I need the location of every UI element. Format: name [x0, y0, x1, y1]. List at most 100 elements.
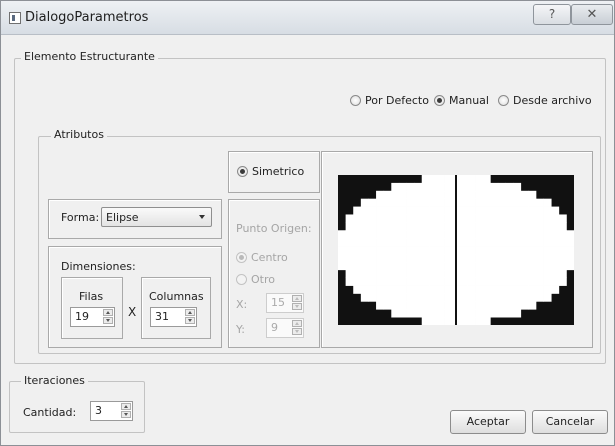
mask-cell — [467, 206, 476, 215]
mask-cell — [497, 309, 506, 318]
mask-cell — [497, 198, 506, 207]
mask-cell — [444, 285, 453, 294]
mask-cell — [459, 277, 468, 286]
mask-cell — [467, 182, 476, 192]
mask-cell — [467, 230, 476, 239]
help-button[interactable]: ? — [533, 4, 571, 25]
mask-cell — [414, 230, 423, 239]
mask-cell — [558, 222, 567, 231]
mask-cell — [444, 198, 453, 207]
cantidad-spinbox[interactable]: 3 — [90, 401, 133, 421]
mask-cell — [444, 261, 453, 271]
mask-cell — [406, 190, 415, 200]
spin-down-icon[interactable] — [185, 317, 195, 324]
mask-cell — [490, 261, 499, 271]
accept-button[interactable]: Aceptar — [450, 410, 526, 434]
mask-cell — [566, 246, 574, 255]
mask-cell — [353, 222, 362, 231]
mask-cell — [520, 190, 529, 200]
mask-cell — [345, 214, 354, 223]
mask-cell — [360, 246, 369, 255]
spin-up-icon[interactable] — [121, 403, 131, 410]
mask-cell — [436, 309, 445, 318]
radio-por-defecto[interactable]: Por Defecto — [350, 94, 429, 107]
mask-cell — [376, 269, 385, 279]
mask-cell — [520, 269, 529, 279]
mask-cell — [376, 198, 385, 207]
mask-cell — [490, 301, 499, 310]
filas-spinbox[interactable]: 19 — [70, 307, 115, 327]
mask-cell — [436, 301, 445, 310]
mask-cell — [414, 309, 423, 318]
mask-cell — [383, 198, 392, 207]
mask-cell — [475, 238, 484, 247]
mask-cell — [467, 190, 476, 200]
mask-cell — [436, 246, 445, 255]
mask-cell — [520, 253, 529, 263]
mask-cell — [436, 198, 445, 207]
mask-cell — [360, 238, 369, 247]
mask-cell — [528, 246, 537, 255]
mask-cell — [414, 182, 423, 192]
cancel-button[interactable]: Cancelar — [532, 410, 608, 434]
forma-select[interactable]: Elipse — [101, 207, 212, 227]
mask-cell — [482, 182, 491, 192]
radio-manual[interactable]: Manual — [434, 94, 489, 107]
mask-cell — [421, 277, 430, 286]
radio-desde-archivo[interactable]: Desde archivo — [498, 94, 592, 107]
mask-cell — [490, 277, 499, 286]
mask-cell — [406, 277, 415, 286]
mask-cell — [535, 269, 544, 279]
spin-down-icon[interactable] — [121, 411, 131, 418]
mask-cell — [528, 253, 537, 263]
mask-cell — [505, 222, 514, 231]
spin-down-icon[interactable] — [292, 328, 302, 335]
origen-y-spinbox[interactable]: 9 — [266, 318, 304, 338]
mask-cell — [551, 277, 560, 286]
mask-cell — [368, 293, 377, 302]
mask-cell — [528, 230, 537, 239]
mask-cell — [520, 277, 529, 286]
mask-cell — [543, 246, 552, 255]
ellipse-mask-canvas[interactable] — [338, 175, 574, 325]
atributos-title: Atributos — [51, 128, 107, 141]
mask-cell — [475, 301, 484, 310]
close-button[interactable]: ✕ — [571, 4, 613, 25]
mask-cell — [459, 285, 468, 294]
mask-cell — [429, 301, 438, 310]
origen-x-spinbox[interactable]: 15 — [266, 293, 304, 313]
mask-cell — [513, 261, 522, 271]
mask-cell — [398, 214, 407, 223]
mask-cell — [376, 190, 385, 200]
simetrico-toggle[interactable]: Simetrico — [237, 165, 304, 178]
mask-cell — [414, 206, 423, 215]
mask-cell — [406, 293, 415, 302]
mask-cell — [535, 293, 544, 302]
mask-cell — [482, 175, 491, 184]
mask-cell — [459, 175, 468, 184]
mask-cell — [383, 253, 392, 263]
title-bar[interactable]: DialogoParametros ? ✕ — [1, 1, 614, 35]
dimension-separator: X — [128, 305, 137, 319]
mask-cell — [414, 285, 423, 294]
spin-down-icon[interactable] — [103, 317, 113, 324]
mask-cell — [338, 253, 347, 263]
mask-cell — [383, 269, 392, 279]
radio-centro[interactable]: Centro — [236, 251, 288, 264]
spin-up-icon[interactable] — [292, 295, 302, 302]
mask-cell — [543, 230, 552, 239]
mask-cell — [543, 269, 552, 279]
cantidad-value: 3 — [95, 404, 102, 417]
mask-cell — [505, 261, 514, 271]
spin-up-icon[interactable] — [103, 309, 113, 316]
spin-up-icon[interactable] — [292, 320, 302, 327]
mask-cell — [444, 238, 453, 247]
mask-cell — [513, 285, 522, 294]
mask-cell — [444, 317, 453, 325]
columnas-spinbox[interactable]: 31 — [150, 307, 197, 327]
spin-up-icon[interactable] — [185, 309, 195, 316]
mask-cell — [429, 238, 438, 247]
spin-down-icon[interactable] — [292, 303, 302, 310]
mask-cell — [376, 293, 385, 302]
radio-otro[interactable]: Otro — [236, 273, 275, 286]
